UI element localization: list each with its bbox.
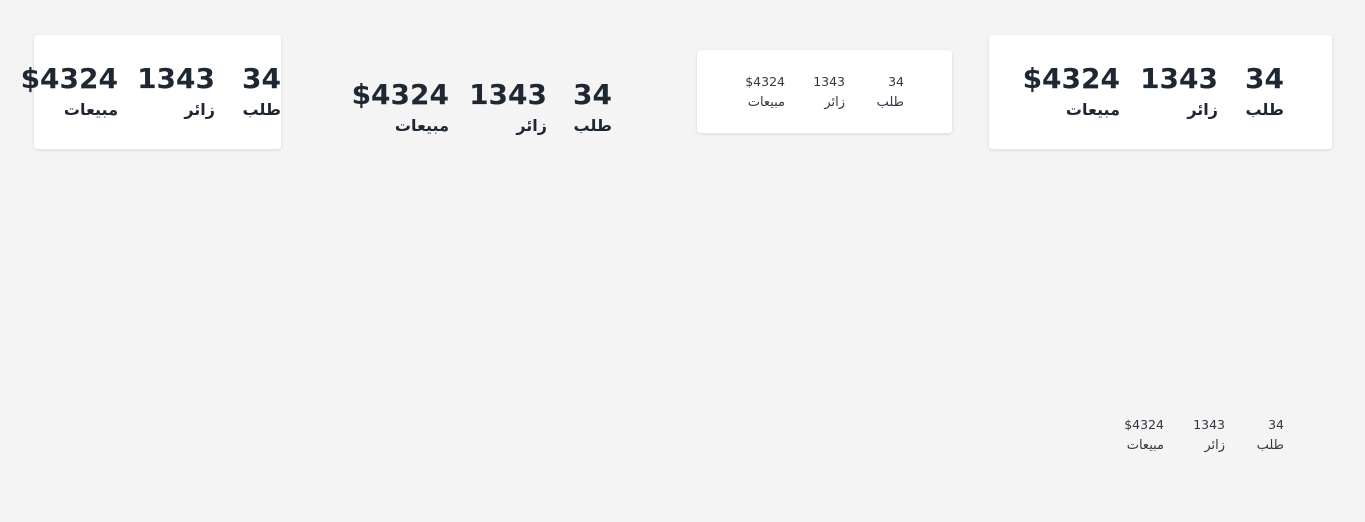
stat-label: زائر xyxy=(824,95,845,110)
stat-sales: $4324 مبيعات xyxy=(21,63,118,121)
stat-value: 34 xyxy=(573,78,612,111)
stat-label: زائر xyxy=(516,116,547,135)
stat-label: مبيعات xyxy=(1126,438,1164,453)
stat-label: زائر xyxy=(184,100,215,119)
stat-value: $4324 xyxy=(20,62,118,95)
stat-orders: 34 طلب xyxy=(1257,417,1284,455)
stat-orders: 34 طلب xyxy=(242,63,281,121)
stat-value: $4324 xyxy=(351,78,449,111)
stat-label: زائر xyxy=(1204,438,1225,453)
stat-visitors: 1343 زائر xyxy=(813,74,845,112)
stat-value: $4324 xyxy=(1022,62,1120,95)
stat-sales: $4324 مبيعات xyxy=(1124,417,1164,455)
stat-label: مبيعات xyxy=(394,116,449,135)
stat-orders: 34 طلب xyxy=(1245,63,1284,121)
stat-value: 34 xyxy=(888,74,904,89)
stat-label: طلب xyxy=(1256,438,1284,453)
stat-value: 1343 xyxy=(137,62,215,95)
stat-value: 1343 xyxy=(1193,417,1225,432)
stat-orders: 34 طلب xyxy=(877,74,904,112)
stat-visitors: 1343 زائر xyxy=(469,79,547,137)
stats-card-large-compact: 34 طلب 1343 زائر $4324 مبيعات xyxy=(21,35,281,149)
stat-visitors: 1343 زائر xyxy=(1193,417,1225,455)
stat-sales: $4324 مبيعات xyxy=(1023,63,1120,121)
stat-label: زائر xyxy=(1187,100,1218,119)
stat-label: مبيعات xyxy=(1065,100,1120,119)
stat-value: 34 xyxy=(242,62,281,95)
stats-plain-small: 34 طلب 1343 زائر $4324 مبيعات xyxy=(1100,400,1332,470)
stat-label: مبيعات xyxy=(747,95,785,110)
stat-sales: $4324 مبيعات xyxy=(745,74,785,112)
stat-label: طلب xyxy=(573,116,612,135)
stat-value: $4324 xyxy=(1124,417,1164,432)
stats-card-small: 34 طلب 1343 زائر $4324 مبيعات xyxy=(697,50,952,133)
stats-card-large: 34 طلب 1343 زائر $4324 مبيعات xyxy=(989,35,1332,149)
stat-label: طلب xyxy=(876,95,904,110)
stat-value: 1343 xyxy=(1140,62,1218,95)
stat-value: $4324 xyxy=(745,74,785,89)
stat-value: 34 xyxy=(1245,62,1284,95)
stat-label: طلب xyxy=(242,100,281,119)
stat-value: 1343 xyxy=(813,74,845,89)
stat-label: مبيعات xyxy=(63,100,118,119)
stat-value: 1343 xyxy=(469,78,547,111)
stats-plain-large: 34 طلب 1343 زائر $4324 مبيعات xyxy=(340,60,660,160)
stat-visitors: 1343 زائر xyxy=(137,63,215,121)
stat-visitors: 1343 زائر xyxy=(1140,63,1218,121)
stat-label: طلب xyxy=(1245,100,1284,119)
stat-sales: $4324 مبيعات xyxy=(352,79,449,137)
stat-value: 34 xyxy=(1268,417,1284,432)
stat-orders: 34 طلب xyxy=(573,79,612,137)
